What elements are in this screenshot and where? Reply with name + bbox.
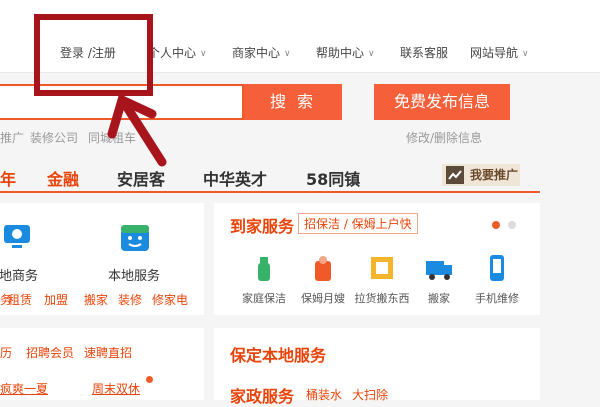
commerce-link[interactable]: 租赁 — [8, 291, 32, 308]
new-badge-dot — [146, 376, 153, 383]
home-service-label[interactable]: 手机维修 — [467, 290, 527, 306]
home-service-title[interactable]: 到家服务 — [230, 213, 294, 237]
home-service-label[interactable]: 搬家 — [409, 290, 469, 306]
user-center-label: 个人中心 — [148, 46, 197, 60]
free-post-button[interactable]: 免费发布信息 — [374, 84, 510, 120]
home-service-tag[interactable]: 招保洁 / 保姆上户快 — [298, 213, 418, 234]
user-center-menu[interactable]: 个人中心 ∨ — [148, 44, 207, 61]
service-label[interactable]: 本地服务 — [104, 265, 164, 284]
local-services-card: 本地商务 本地服务 务 租赁 加盟 搬家 装修 修家电 — [0, 203, 204, 315]
nanny-icon — [308, 253, 338, 283]
tab-finance[interactable]: 金融 — [47, 166, 79, 190]
cleaning-icon — [249, 253, 279, 283]
job-link[interactable]: 招聘会员 — [26, 344, 74, 361]
home-service-label[interactable]: 拉货搬东西 — [352, 290, 412, 306]
site-nav-label: 网站导航 — [470, 46, 519, 60]
chevron-down-icon: ∨ — [522, 49, 529, 59]
service-link[interactable]: 搬家 — [84, 291, 108, 308]
manage-post-link[interactable]: 修改/删除信息 — [406, 129, 482, 146]
truck-icon — [424, 253, 454, 283]
smiley-house-icon — [118, 219, 152, 253]
hot-search-link[interactable]: 推广 — [0, 129, 24, 146]
home-service-card: 到家服务 招保洁 / 保姆上户快 家庭保洁 保姆月嫂 拉货搬东西 搬家 手机维修 — [214, 203, 540, 315]
job-link[interactable]: 历 — [0, 344, 12, 361]
tab-chinahr[interactable]: 中华英才 — [203, 166, 267, 190]
carousel-dot[interactable] — [508, 221, 516, 229]
trend-chart-icon — [446, 166, 464, 184]
merchant-center-label: 商家中心 — [232, 46, 281, 60]
local-service-title[interactable]: 保定本地服务 — [230, 342, 326, 366]
job-link[interactable]: 速聘直招 — [84, 344, 132, 361]
housekeeping-link[interactable]: 大扫除 — [352, 386, 388, 403]
contact-service-link[interactable]: 联系客服 — [400, 44, 448, 61]
jobs-card: 历 招聘会员 速聘直招 疯爽一夏 周末双休 — [0, 328, 204, 400]
merchant-center-menu[interactable]: 商家中心 ∨ — [232, 44, 291, 61]
search-button[interactable]: 搜 索 — [244, 84, 342, 120]
annotation-highlight-box — [34, 14, 153, 96]
cargo-icon — [367, 253, 397, 283]
housekeeping-link[interactable]: 桶装水 — [306, 386, 342, 403]
service-label[interactable]: 本地商务 — [0, 265, 42, 284]
tab-category[interactable]: 年 — [0, 166, 16, 190]
home-service-label[interactable]: 家庭保洁 — [234, 290, 294, 306]
local-service-card: 保定本地服务 家政服务 桶装水 大扫除 — [214, 328, 540, 406]
hot-search-link[interactable]: 装修公司 — [30, 129, 78, 146]
phone-repair-icon — [482, 253, 512, 283]
carousel-dot-active[interactable] — [492, 221, 500, 229]
service-link[interactable]: 修家电 — [152, 291, 188, 308]
tab-58-town[interactable]: 58同镇 — [306, 166, 360, 190]
commerce-link[interactable]: 加盟 — [44, 291, 68, 308]
housekeeping-title[interactable]: 家政服务 — [230, 383, 294, 407]
job-link[interactable]: 疯爽一夏 — [0, 380, 48, 397]
tab-divider — [0, 191, 540, 193]
chevron-down-icon: ∨ — [200, 49, 207, 59]
job-link[interactable]: 周末双休 — [92, 380, 140, 397]
help-center-label: 帮助中心 — [316, 46, 365, 60]
site-nav-menu[interactable]: 网站导航 ∨ — [470, 44, 529, 61]
chevron-down-icon: ∨ — [284, 49, 291, 59]
annotation-arrow-icon — [107, 93, 167, 167]
help-center-menu[interactable]: 帮助中心 ∨ — [316, 44, 375, 61]
home-service-label[interactable]: 保姆月嫂 — [293, 290, 353, 306]
chevron-down-icon: ∨ — [368, 49, 375, 59]
monitor-icon — [2, 221, 32, 251]
service-link[interactable]: 装修 — [118, 291, 142, 308]
